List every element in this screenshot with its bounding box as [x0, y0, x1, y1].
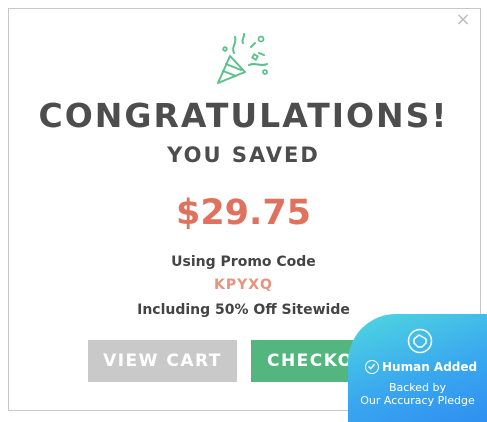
badge-subtitle: Backed by Our Accuracy Pledge — [348, 381, 487, 407]
badge-title-text: Human Added — [382, 360, 478, 374]
subtitle: YOU SAVED — [167, 143, 320, 167]
promo-label: Using Promo Code — [171, 254, 316, 270]
view-cart-button[interactable]: VIEW CART — [88, 340, 237, 382]
hand-heart-icon — [407, 328, 433, 354]
accuracy-pledge-badge[interactable]: Human Added Backed by Our Accuracy Pledg… — [348, 314, 487, 422]
promo-code: KPYXQ — [214, 277, 273, 293]
saved-amount: $29.75 — [175, 193, 312, 233]
close-icon[interactable]: × — [455, 11, 471, 29]
badge-title: Human Added — [365, 360, 487, 374]
badge-line2: Our Accuracy Pledge — [360, 394, 475, 407]
party-popper-icon — [217, 33, 268, 84]
badge-line1: Backed by — [388, 381, 447, 394]
check-circle-icon — [365, 360, 379, 374]
page-title: CONGRATULATIONS! — [38, 96, 449, 135]
